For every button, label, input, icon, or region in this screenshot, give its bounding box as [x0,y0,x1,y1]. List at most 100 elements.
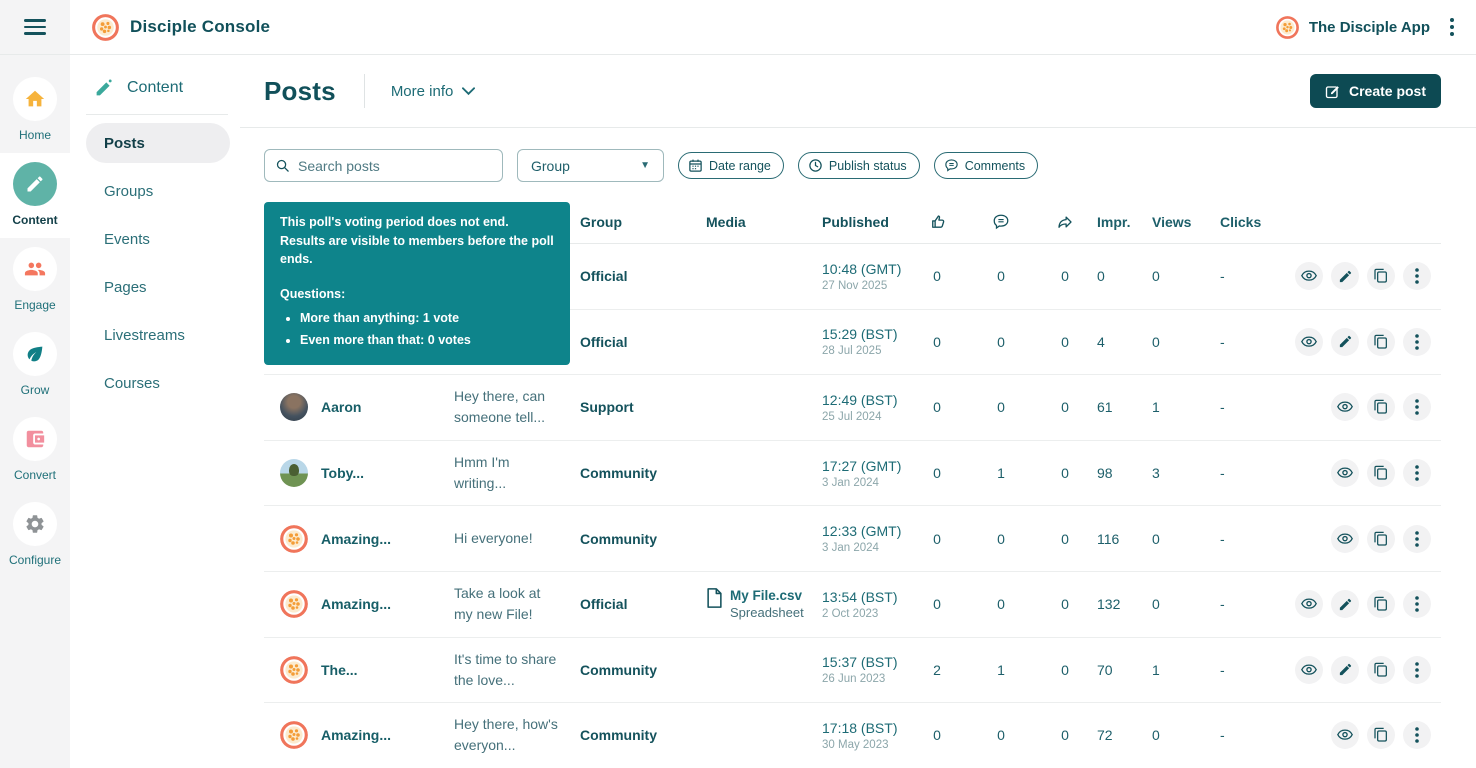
search-posts-box[interactable] [264,149,503,182]
sidenav-item-livestreams[interactable]: Livestreams [86,311,230,359]
table-row[interactable]: Amazing... Hi everyone! Community 12:33 … [264,506,1441,572]
likes-column-icon [905,213,969,232]
sidenav-item-pages[interactable]: Pages [86,263,230,311]
copy-icon [1373,399,1389,415]
console-brand: Disciple Console [70,14,270,41]
rail-item-convert[interactable]: Convert [0,408,70,493]
rail-item-configure[interactable]: Configure [0,493,70,578]
header-media: Media [706,214,822,230]
search-input[interactable] [298,158,492,174]
comments-count: 0 [969,334,1033,350]
create-post-button[interactable]: Create post [1310,74,1441,108]
eye-icon [1300,661,1318,679]
views-count: 0 [1152,727,1220,743]
shares-count: 0 [1033,596,1097,612]
row-menu-kebab-icon[interactable] [1403,459,1431,487]
view-post-button[interactable] [1331,393,1359,421]
edit-post-button[interactable] [1331,328,1359,356]
view-post-button[interactable] [1295,328,1323,356]
rail-item-home[interactable]: Home [0,68,70,153]
published-date: 27 Nov 2025 [822,280,905,292]
row-menu-kebab-icon[interactable] [1403,525,1431,553]
app-menu-kebab-icon[interactable] [1440,12,1464,42]
shares-count: 0 [1033,334,1097,350]
views-count: 3 [1152,465,1220,481]
post-author: Amazing... [321,531,391,547]
likes-count: 0 [905,399,969,415]
duplicate-post-button[interactable] [1367,328,1395,356]
table-row[interactable]: Aaron Hey there, can someone tell... Sup… [264,375,1441,441]
view-post-button[interactable] [1295,590,1323,618]
kebab-icon [1415,662,1419,678]
view-post-button[interactable] [1295,656,1323,684]
post-media[interactable]: My File.csvSpreadsheet [706,588,822,620]
group-filter-select[interactable]: Group ▼ [517,149,664,182]
publish-status-filter-button[interactable]: Publish status [798,152,920,179]
avatar [280,525,308,553]
hamburger-menu-icon[interactable] [24,19,46,35]
pencil-icon [25,174,45,194]
rail-item-content[interactable]: Content [0,153,70,238]
clicks-count: - [1220,596,1290,612]
primary-nav-rail: Home Content Engage Grow Convert Configu… [0,55,70,768]
views-count: 0 [1152,334,1220,350]
row-menu-kebab-icon[interactable] [1403,590,1431,618]
posts-table: Group Media Published Impr. Views Clicks [264,201,1441,768]
clicks-count: - [1220,268,1290,284]
row-menu-kebab-icon[interactable] [1403,328,1431,356]
row-menu-kebab-icon[interactable] [1403,393,1431,421]
sidenav-item-events[interactable]: Events [86,215,230,263]
shares-count: 0 [1033,268,1097,284]
row-menu-kebab-icon[interactable] [1403,721,1431,749]
likes-count: 0 [905,268,969,284]
view-post-button[interactable] [1331,459,1359,487]
content-sidenav: Content Posts Groups Events Pages Livest… [70,55,240,768]
view-post-button[interactable] [1331,721,1359,749]
view-post-button[interactable] [1295,262,1323,290]
sidenav-item-posts[interactable]: Posts [86,123,230,163]
comments-count: 0 [969,268,1033,284]
row-menu-kebab-icon[interactable] [1403,656,1431,684]
duplicate-post-button[interactable] [1367,656,1395,684]
kebab-icon [1415,334,1419,350]
post-snippet: Hey there, how's everyon... [454,714,580,756]
table-row[interactable]: Toby... Hmm I'm writing... Community 17:… [264,441,1441,507]
rail-corner [0,0,70,54]
view-post-button[interactable] [1331,525,1359,553]
row-menu-kebab-icon[interactable] [1403,262,1431,290]
divider [364,74,365,108]
table-row[interactable]: Amazing... Take a look at my new File! O… [264,572,1441,638]
pencil-icon [1338,334,1353,349]
duplicate-post-button[interactable] [1367,590,1395,618]
date-range-filter-button[interactable]: Date range [678,152,784,179]
edit-post-button[interactable] [1331,262,1359,290]
duplicate-post-button[interactable] [1367,525,1395,553]
eye-icon [1300,333,1318,351]
avatar [280,459,308,487]
rail-item-engage[interactable]: Engage [0,238,70,323]
published-time: 13:54 (BST) [822,589,905,605]
duplicate-post-button[interactable] [1367,393,1395,421]
sidenav-item-groups[interactable]: Groups [86,167,230,215]
table-row[interactable]: The... It's time to share the love... Co… [264,638,1441,704]
gear-icon [24,513,46,535]
post-group: Community [580,465,706,481]
comments-filter-button[interactable]: Comments [934,152,1038,179]
published-date: 2 Oct 2023 [822,608,905,620]
eye-icon [1300,595,1318,613]
rail-item-grow[interactable]: Grow [0,323,70,408]
duplicate-post-button[interactable] [1367,721,1395,749]
more-info-button[interactable]: More info [391,83,476,100]
duplicate-post-button[interactable] [1367,262,1395,290]
shares-count: 0 [1033,727,1097,743]
console-title: Disciple Console [130,17,270,37]
duplicate-post-button[interactable] [1367,459,1395,487]
content-pencil-icon [94,77,115,98]
edit-post-button[interactable] [1331,590,1359,618]
top-bar: Disciple Console The Disciple App [0,0,1476,55]
published-date: 25 Jul 2024 [822,411,905,423]
edit-post-button[interactable] [1331,656,1359,684]
table-row[interactable]: Amazing... Hey there, how's everyon... C… [264,703,1441,768]
sidenav-item-courses[interactable]: Courses [86,359,230,407]
leaf-icon [24,343,46,365]
